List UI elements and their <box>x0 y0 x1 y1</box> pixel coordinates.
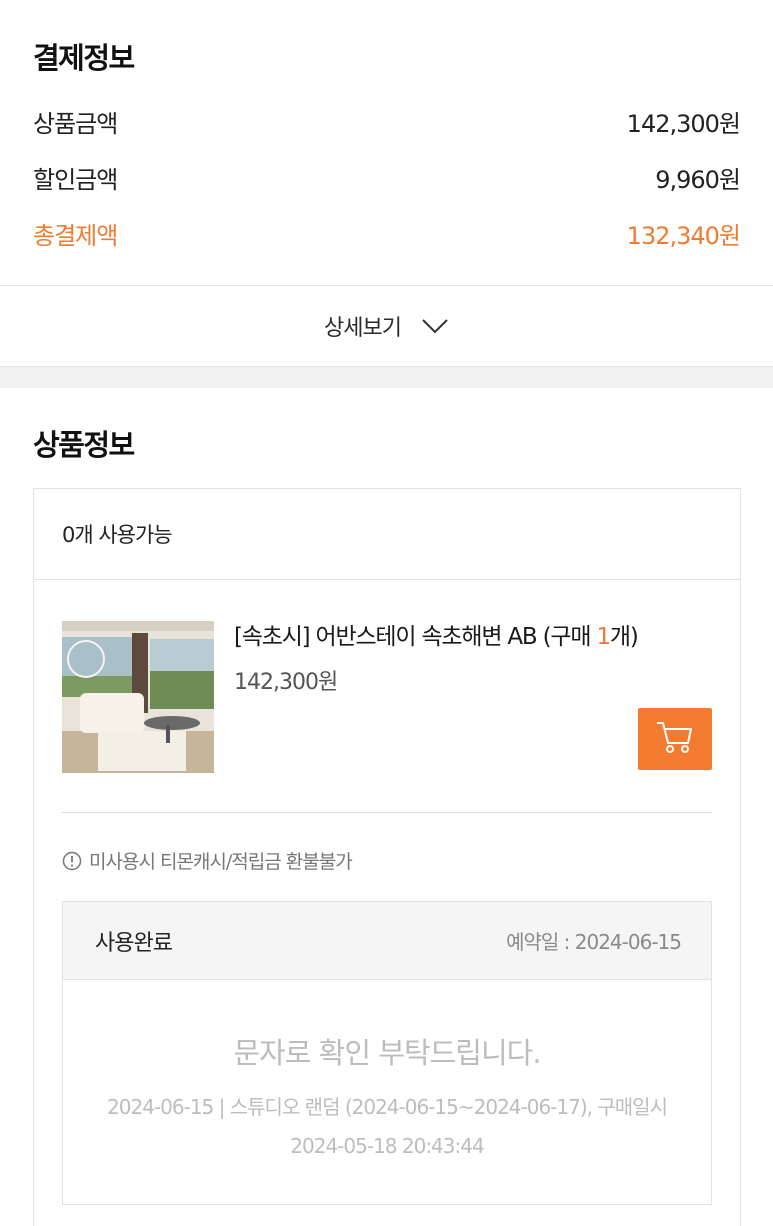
product-card: 0개 사용가능 [속초시] 어반스테이 속초해변 AB (구매 1개) 142,… <box>33 488 741 1226</box>
product-name-text: [속초시] 어반스테이 속초해변 AB (구매 <box>234 624 597 650</box>
view-details-button[interactable]: 상세보기 <box>0 286 773 366</box>
usage-status: 사용완료 <box>95 930 173 956</box>
refund-notice: 미사용시 티몬캐시/적립금 환불불가 <box>62 847 353 874</box>
payment-title: 결제정보 <box>33 41 135 75</box>
product-price: 142,300원 <box>234 670 338 695</box>
usage-status-header: 사용완료 예약일 : 2024-06-15 <box>63 902 711 980</box>
discount-amount-row: 할인금액 9,960원 <box>33 159 741 195</box>
cart-button[interactable] <box>638 708 712 770</box>
availability-text: 0개 사용가능 <box>62 523 173 547</box>
view-details-label: 상세보기 <box>324 316 402 341</box>
cart-icon <box>655 719 695 759</box>
product-amount-value: 142,300원 <box>626 109 741 138</box>
purchase-quantity-suffix: 개) <box>609 624 639 650</box>
product-info-title: 상품정보 <box>33 428 135 462</box>
usage-detail: 2024-06-15 | 스튜디오 랜덤 (2024-06-15~2024-06… <box>107 1095 668 1158</box>
product-thumbnail[interactable] <box>62 621 214 773</box>
product-amount-label: 상품금액 <box>33 109 118 138</box>
reservation-date: 예약일 : 2024-06-15 <box>506 930 682 954</box>
chevron-down-icon <box>421 318 449 334</box>
refund-notice-text: 미사용시 티몬캐시/적립금 환불불가 <box>89 851 353 873</box>
discount-amount-label: 할인금액 <box>33 165 118 194</box>
info-circle-icon <box>62 851 82 871</box>
usage-message: 문자로 확인 부탁드립니다. <box>233 1036 541 1070</box>
purchase-quantity: 1 <box>596 624 611 650</box>
total-payment-row: 총결제액 132,340원 <box>33 215 741 251</box>
section-separator <box>0 366 773 388</box>
product-name[interactable]: [속초시] 어반스테이 속초해변 AB (구매 1개) <box>234 617 639 651</box>
usage-message-area: 문자로 확인 부탁드립니다. 2024-06-15 | 스튜디오 랜덤 (202… <box>63 980 711 1166</box>
discount-amount-value: 9,960원 <box>655 165 741 194</box>
total-payment-label: 총결제액 <box>33 221 118 250</box>
usage-status-box: 사용완료 예약일 : 2024-06-15 문자로 확인 부탁드립니다. 202… <box>62 901 712 1205</box>
total-payment-value: 132,340원 <box>626 221 741 250</box>
product-amount-row: 상품금액 142,300원 <box>33 103 741 139</box>
divider <box>34 579 740 580</box>
divider <box>62 812 712 813</box>
